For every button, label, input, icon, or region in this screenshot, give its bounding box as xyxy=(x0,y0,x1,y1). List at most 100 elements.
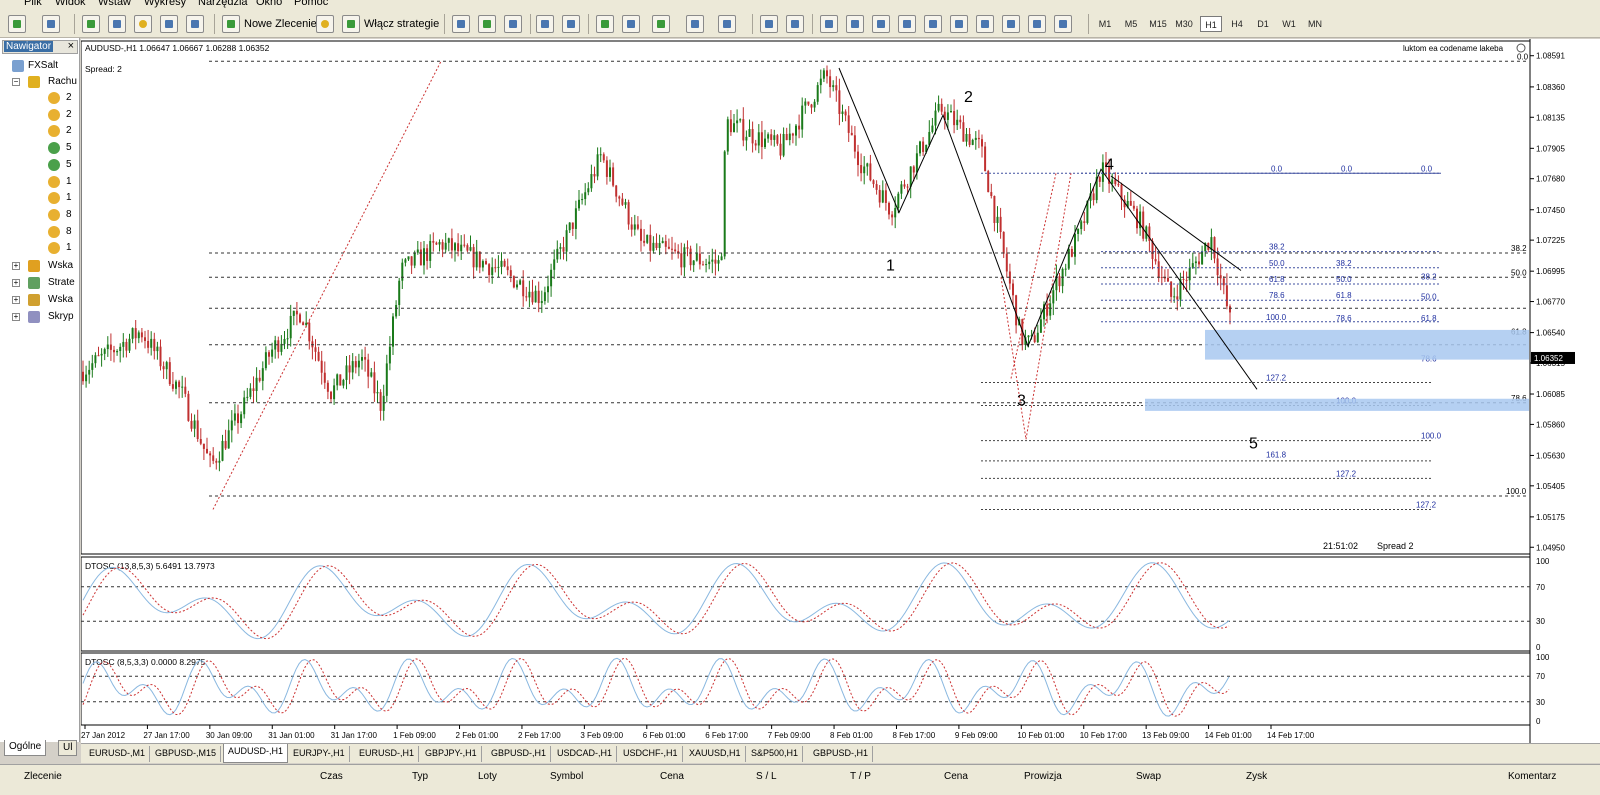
expand-icon[interactable]: + xyxy=(12,296,20,304)
enable-strategies-button[interactable]: Włącz strategie xyxy=(342,14,439,34)
menu-view[interactable]: Widok xyxy=(55,0,86,8)
tf-w1[interactable]: W1 xyxy=(1278,16,1300,32)
data-window-button[interactable] xyxy=(108,14,126,34)
close-icon[interactable]: × xyxy=(68,40,74,52)
column-header[interactable]: Czas xyxy=(320,771,343,782)
terminal-button[interactable] xyxy=(160,14,178,34)
menu-window[interactable]: Okno xyxy=(256,0,282,8)
horizontal-line-button[interactable] xyxy=(846,14,864,34)
menu-charts[interactable]: Wykresy xyxy=(144,0,186,8)
market-watch-button[interactable] xyxy=(82,14,100,34)
column-header[interactable]: Cena xyxy=(660,771,684,782)
expand-icon[interactable]: + xyxy=(12,262,20,270)
autoscroll-button[interactable] xyxy=(596,14,614,34)
chart-tab[interactable]: AUDUSD-,H1 xyxy=(223,744,289,763)
chart-tab[interactable]: XAUUSD,H1 xyxy=(685,746,746,762)
channel-button[interactable] xyxy=(898,14,916,34)
chart-tab[interactable]: EURUSD-,M1 xyxy=(85,746,151,762)
candle-body xyxy=(776,135,779,144)
tab-general[interactable]: Ogólne xyxy=(4,740,47,756)
price-tick-label: 1.06540 xyxy=(1536,329,1565,338)
meta-editor-button[interactable] xyxy=(316,14,334,34)
tf-d1[interactable]: D1 xyxy=(1252,16,1274,32)
menu-help[interactable]: Pomoc xyxy=(294,0,328,8)
text-button[interactable] xyxy=(950,14,968,34)
chart-tab[interactable]: EURUSD-,H1 xyxy=(355,746,420,762)
candle-body xyxy=(612,167,615,186)
volume-button[interactable] xyxy=(1028,14,1046,34)
terminal-icon xyxy=(160,15,178,33)
fib-level-label: 50.0 xyxy=(1336,275,1352,284)
column-header[interactable]: Typ xyxy=(412,771,428,782)
candle-body xyxy=(88,369,91,375)
templates-button[interactable] xyxy=(718,14,736,34)
menu-file[interactable]: Plik xyxy=(24,0,42,8)
new-order-button[interactable]: Nowe Zlecenie xyxy=(222,14,317,34)
chart-shift-button[interactable] xyxy=(622,14,640,34)
column-header[interactable]: S / L xyxy=(756,771,777,782)
crosshair-icon xyxy=(108,15,126,33)
tf-m5[interactable]: M5 xyxy=(1120,16,1142,32)
chart-window[interactable]: 1.08591 1.08360 1.08135 1.07905 1.07680 1.074… xyxy=(81,39,1600,743)
candle-body xyxy=(100,353,103,356)
profiles-button[interactable] xyxy=(42,14,60,34)
indicators-button[interactable] xyxy=(652,14,670,34)
price-tick-label: 1.08360 xyxy=(1536,83,1565,92)
label-button[interactable] xyxy=(976,14,994,34)
collapse-icon[interactable]: − xyxy=(12,78,20,86)
bar-chart-button[interactable] xyxy=(452,14,470,34)
crosshair-button[interactable] xyxy=(786,14,804,34)
navigator-button[interactable] xyxy=(134,14,152,34)
candlestick-button[interactable] xyxy=(478,14,496,34)
chart-tab[interactable]: GBPUSD-,M15 xyxy=(151,746,222,762)
chart-tab[interactable]: GBPUSD-,H1 xyxy=(809,746,874,762)
chart-tab[interactable]: USDCHF-,H1 xyxy=(619,746,683,762)
expand-icon[interactable]: + xyxy=(12,313,20,321)
fibo-button[interactable] xyxy=(924,14,942,34)
trendline-button[interactable] xyxy=(872,14,890,34)
column-header[interactable]: Komentarz xyxy=(1508,771,1556,782)
column-header[interactable]: Zlecenie xyxy=(24,771,62,782)
tf-h4[interactable]: H4 xyxy=(1226,16,1248,32)
tab-favorites[interactable]: Ul xyxy=(58,740,78,756)
zoom-in-button[interactable] xyxy=(536,14,554,34)
chart-tab[interactable]: S&P500,H1 xyxy=(747,746,804,762)
chart-tab[interactable]: GBPJPY-,H1 xyxy=(421,746,482,762)
tf-m30[interactable]: M30 xyxy=(1173,16,1195,32)
line-chart-button[interactable] xyxy=(504,14,522,34)
tf-m15[interactable]: M15 xyxy=(1147,16,1169,32)
tf-m1[interactable]: M1 xyxy=(1094,16,1116,32)
column-header[interactable]: Prowizja xyxy=(1024,771,1062,782)
expand-icon[interactable]: + xyxy=(12,279,20,287)
column-header[interactable]: Symbol xyxy=(550,771,583,782)
candle-body xyxy=(240,414,243,424)
candle-body xyxy=(444,242,447,250)
column-header[interactable]: Loty xyxy=(478,771,497,782)
candle-body xyxy=(159,346,162,367)
zoom-out-button[interactable] xyxy=(562,14,580,34)
candle-body xyxy=(488,264,491,275)
cursor-button[interactable] xyxy=(760,14,778,34)
arrows-button[interactable] xyxy=(1054,14,1072,34)
chart-tab[interactable]: GBPUSD-,H1 xyxy=(487,746,552,762)
tf-mn[interactable]: MN xyxy=(1304,16,1326,32)
chart-tab[interactable]: EURJPY-,H1 xyxy=(289,746,350,762)
chart-shift-icon xyxy=(622,15,640,33)
chart-canvas[interactable]: 1.08591 1.08360 1.08135 1.07905 1.07680 1.074… xyxy=(81,39,1600,743)
column-header[interactable]: Zysk xyxy=(1246,771,1267,782)
periods-button[interactable] xyxy=(686,14,704,34)
column-header[interactable]: Swap xyxy=(1136,771,1161,782)
candle-body xyxy=(299,314,301,323)
tester-button[interactable] xyxy=(186,14,204,34)
column-header[interactable]: Cena xyxy=(944,771,968,782)
tf-h1[interactable]: H1 xyxy=(1200,16,1222,32)
chart-tab[interactable]: USDCAD-,H1 xyxy=(553,746,618,762)
candle-body xyxy=(438,242,441,245)
vertical-line-button[interactable] xyxy=(820,14,838,34)
new-chart-button[interactable] xyxy=(8,14,26,34)
menu-insert[interactable]: Wstaw xyxy=(98,0,131,8)
candle-body xyxy=(370,372,373,377)
menu-tools[interactable]: Narzędzia xyxy=(198,0,248,8)
column-header[interactable]: T / P xyxy=(850,771,871,782)
grid-button[interactable] xyxy=(1002,14,1020,34)
